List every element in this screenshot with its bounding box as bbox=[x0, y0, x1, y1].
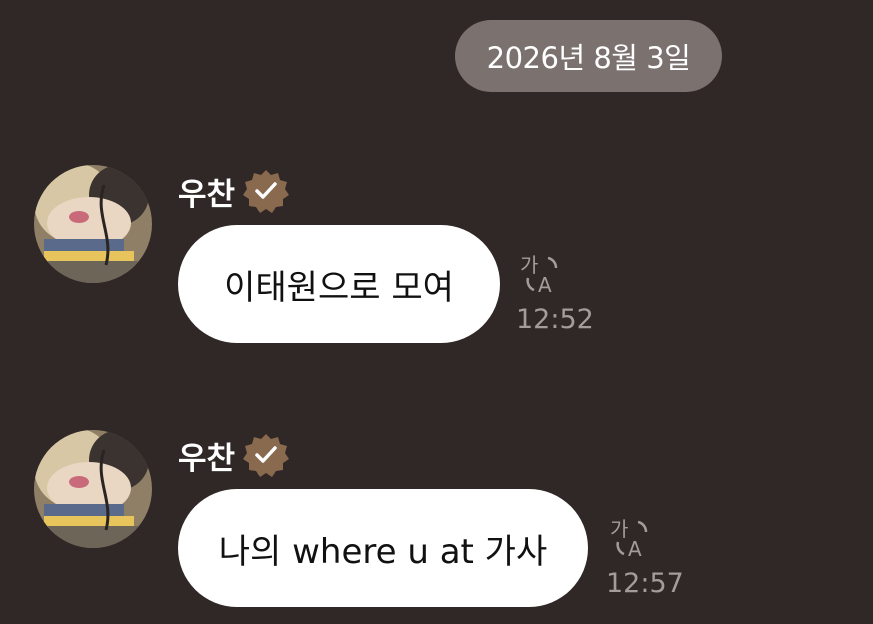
message-bubble[interactable]: 이태원으로 모여 bbox=[178, 225, 500, 343]
sender-name-row: 우찬 bbox=[178, 432, 290, 478]
sender-name: 우찬 bbox=[178, 440, 236, 477]
message-bubble[interactable]: 나의 where u at 가사 bbox=[178, 489, 588, 607]
date-divider: 2026년 8월 3일 bbox=[455, 20, 722, 92]
svg-text:가: 가 bbox=[520, 253, 538, 277]
verified-badge-icon bbox=[243, 170, 290, 213]
message-time: 12:52 bbox=[516, 304, 594, 335]
message-text: 나의 where u at 가사 bbox=[218, 531, 548, 572]
sender-name-row: 우찬 bbox=[178, 168, 290, 214]
svg-text:가: 가 bbox=[610, 517, 628, 541]
message-text: 이태원으로 모여 bbox=[224, 267, 454, 308]
date-label: 2026년 8월 3일 bbox=[486, 41, 691, 75]
translate-icon[interactable]: 가 A bbox=[608, 516, 652, 560]
message-time: 12:57 bbox=[606, 568, 684, 599]
avatar[interactable] bbox=[34, 165, 152, 283]
translate-icon[interactable]: 가 A bbox=[518, 252, 562, 296]
svg-text:A: A bbox=[538, 273, 552, 296]
verified-badge-icon bbox=[243, 434, 290, 477]
svg-text:A: A bbox=[628, 537, 642, 560]
avatar[interactable] bbox=[34, 430, 152, 548]
sender-name: 우찬 bbox=[178, 176, 236, 213]
